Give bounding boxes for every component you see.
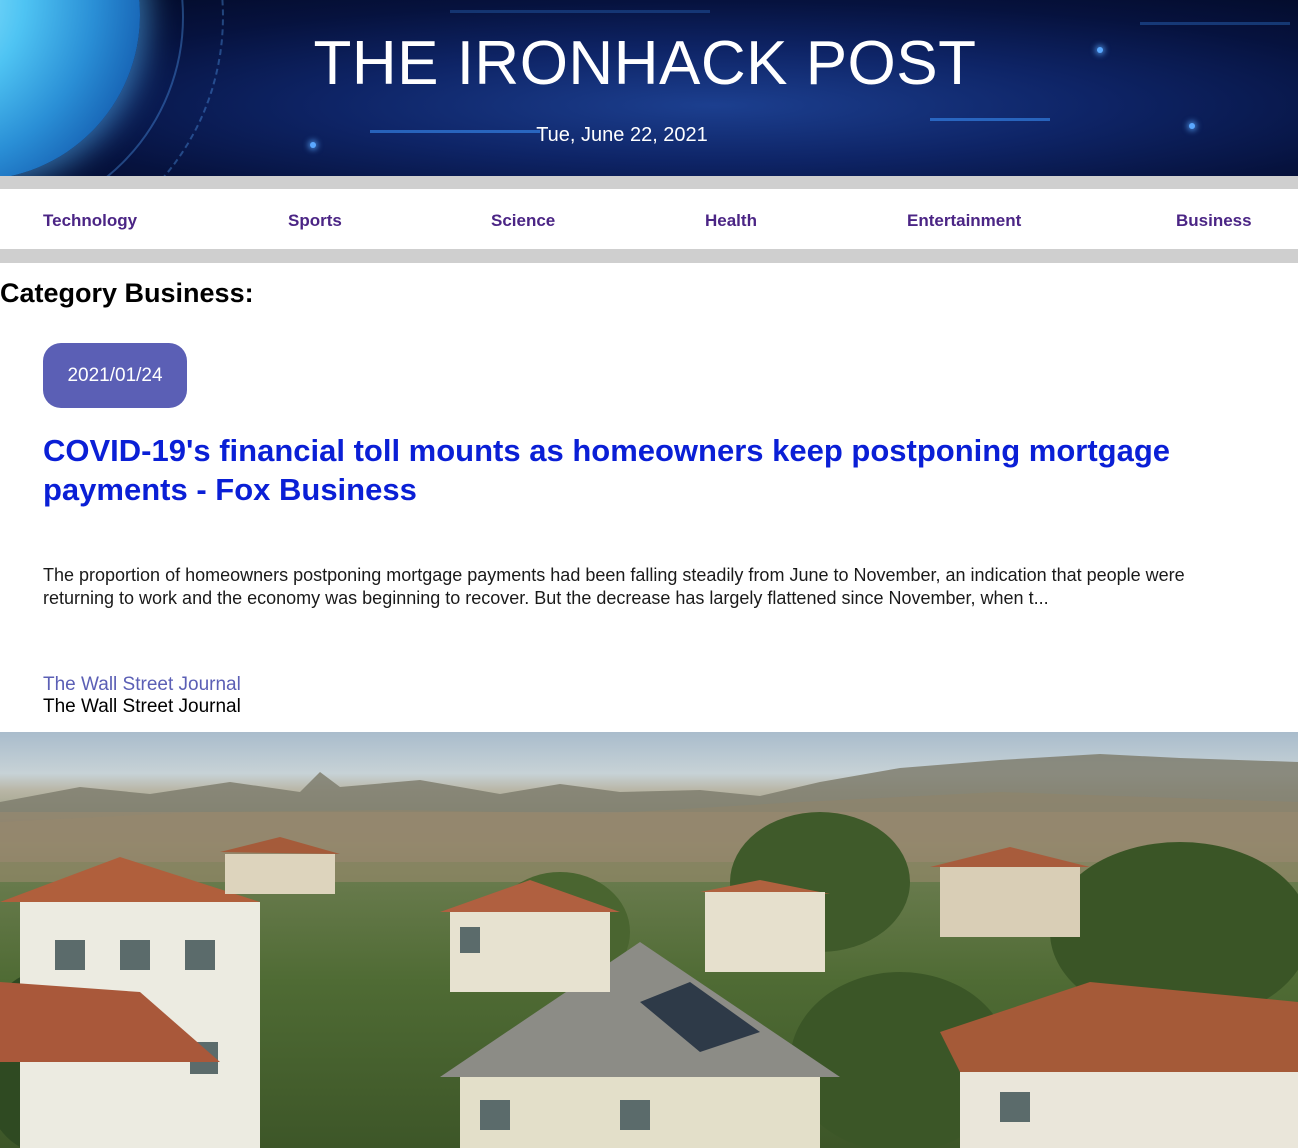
nav-item-health[interactable]: Health [705,211,757,231]
nav-item-entertainment[interactable]: Entertainment [907,211,1021,231]
hud-line [450,10,710,13]
site-title: THE IRONHACK POST [313,29,977,98]
current-date: Tue, June 22, 2021 [536,124,708,146]
article-source-link[interactable]: The Wall Street Journal [43,674,241,696]
site-header: THE IRONHACK POST Tue, June 22, 2021 [0,0,1298,176]
nav-item-business[interactable]: Business [1176,211,1252,231]
article-summary: The proportion of homeowners postponing … [43,565,1185,608]
article-date-badge: 2021/01/24 [43,343,187,408]
neighborhood-photo [0,754,1298,1148]
category-heading: Category Business: [0,278,254,308]
article-headline-link[interactable]: COVID-19's financial toll mounts as home… [43,431,1243,509]
nav-item-science[interactable]: Science [491,211,555,231]
nav-divider [0,176,1298,189]
article-source-name: The Wall Street Journal [43,696,241,717]
category-nav: Technology Sports Science Health Enterta… [0,189,1298,249]
hud-line [1140,22,1290,25]
nav-item-sports[interactable]: Sports [288,211,342,231]
hud-line [930,118,1050,121]
nav-item-technology[interactable]: Technology [43,211,137,231]
article-image [0,732,1298,1148]
nav-divider [0,249,1298,263]
